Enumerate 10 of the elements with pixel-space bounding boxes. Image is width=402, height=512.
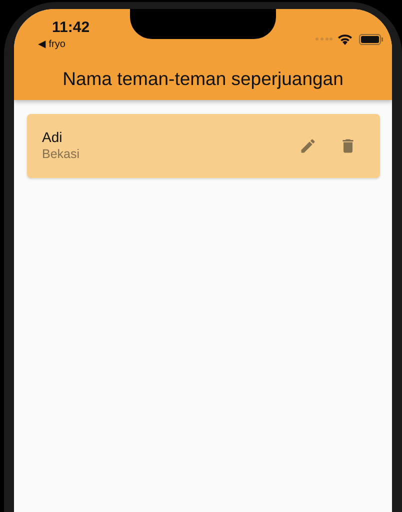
wifi-icon [337,33,353,45]
app-bar-title: Nama teman-teman seperjuangan [62,67,344,91]
pencil-icon [299,137,317,155]
signal-icon [315,37,333,41]
friend-card[interactable]: Adi Bekasi [27,114,380,178]
back-link[interactable]: ◀ fryo [38,37,66,52]
friend-name: Adi [42,129,64,146]
friend-city: Bekasi [42,146,81,163]
status-time: 11:42 [52,18,90,38]
battery-icon [359,34,383,45]
